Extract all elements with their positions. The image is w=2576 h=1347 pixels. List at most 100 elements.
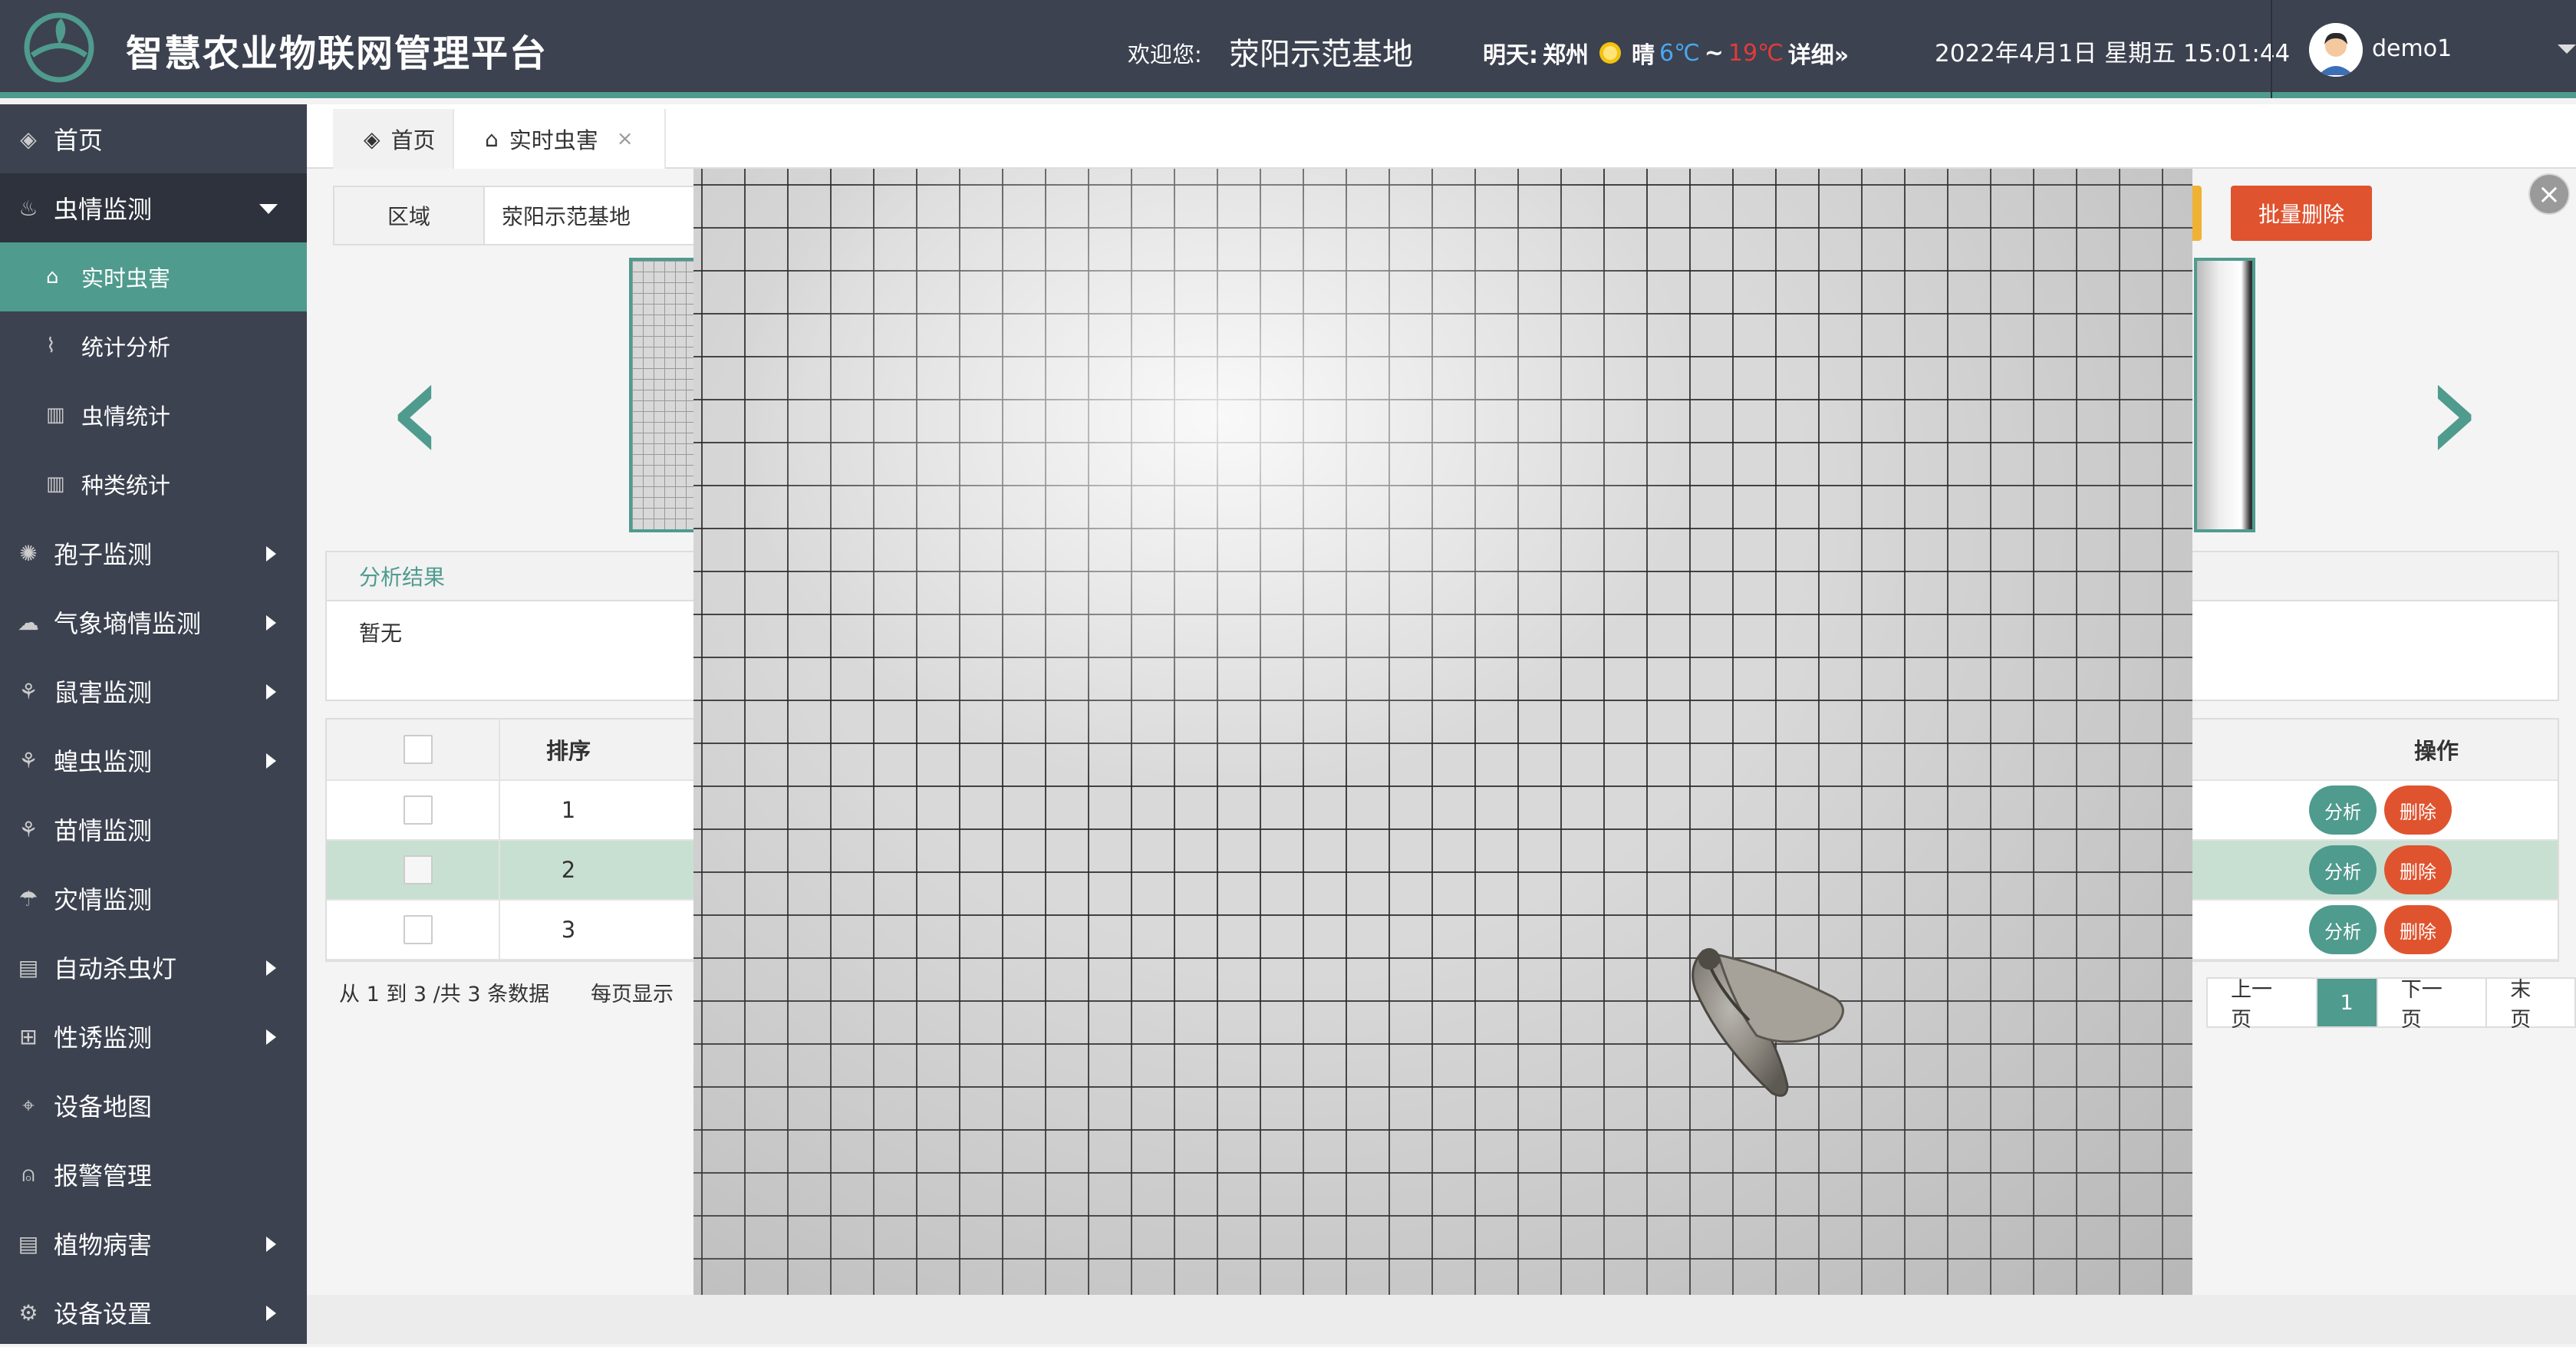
- page-number-button[interactable]: 1: [2317, 979, 2378, 1026]
- bug-trap-icon: ⌂: [485, 126, 499, 152]
- row-order: 2: [561, 857, 576, 883]
- sidebar-item-label: 虫情监测: [54, 195, 153, 224]
- row-checkbox[interactable]: [404, 915, 433, 944]
- sprout-icon: ⚘: [18, 678, 38, 704]
- sidebar-item-label: 孢子监测: [54, 540, 153, 569]
- cloud-sun-icon: ☁: [18, 609, 39, 635]
- sidebar-item-label: 气象墒情监测: [54, 609, 202, 638]
- layers-icon: ◈: [364, 126, 380, 152]
- row-order: 3: [561, 917, 576, 943]
- clock: 2022年4月1日 星期五 15:01:44: [1935, 40, 2291, 68]
- pest-image-preview[interactable]: [693, 169, 2192, 1295]
- caret-down-icon[interactable]: [2558, 44, 2576, 54]
- sidebar-item-weather-soil[interactable]: ☁ 气象墒情监测: [0, 588, 307, 657]
- delete-button[interactable]: 删除: [2384, 785, 2452, 835]
- sidebar-item-insect-lamp[interactable]: ▤ 自动杀虫灯: [0, 933, 307, 1002]
- sidebar-item-sex-lure[interactable]: ⊞ 性诱监测: [0, 1002, 307, 1071]
- sidebar-item-label: 统计分析: [81, 334, 171, 361]
- row-checkbox[interactable]: [404, 855, 433, 884]
- tab-realtime-pest[interactable]: ⌂ 实时虫害 ×: [453, 109, 666, 169]
- batch-delete-button[interactable]: 批量删除: [2231, 186, 2372, 241]
- sidebar-item-disaster[interactable]: ☂ 灾情监测: [0, 864, 307, 933]
- delete-button[interactable]: 删除: [2384, 845, 2452, 894]
- sidebar-subitem-realtime-pest[interactable]: ⌂ 实时虫害: [0, 242, 307, 311]
- sidebar-item-device-settings[interactable]: ⚙ 设备设置: [0, 1278, 307, 1347]
- sidebar-item-locust[interactable]: ⚘ 蝗虫监测: [0, 726, 307, 795]
- avatar[interactable]: [2309, 23, 2363, 77]
- delete-button[interactable]: 删除: [2384, 905, 2452, 954]
- pagination: 上一页 1 下一页 末页: [2206, 977, 2576, 1032]
- welcome-label: 欢迎您:: [1128, 41, 1202, 68]
- region-label: 区域: [334, 187, 485, 244]
- sprout-icon: ⚘: [18, 816, 38, 842]
- map-pin-icon: ⌖: [22, 1092, 35, 1118]
- sidebar-item-seedling[interactable]: ⚘ 苗情监测: [0, 795, 307, 864]
- row-actions: 分析 删除: [2309, 785, 2452, 835]
- caret-right-icon: [266, 960, 276, 976]
- image-thumbnail[interactable]: [629, 258, 698, 532]
- cloud-storm-icon: ☂: [18, 885, 38, 911]
- region-select[interactable]: 荥阳示范基地: [485, 187, 631, 244]
- analyze-button[interactable]: 分析: [2309, 905, 2377, 954]
- sidebar-item-plant-disease[interactable]: ▤ 植物病害: [0, 1209, 307, 1278]
- sidebar-item-label: 实时虫害: [81, 265, 171, 291]
- column-divider: [499, 781, 500, 839]
- line-chart-icon: ⌇: [46, 334, 56, 357]
- sun-icon: [1599, 42, 1621, 64]
- column-divider: [499, 720, 500, 779]
- sidebar-item-label: 性诱监测: [54, 1023, 153, 1052]
- sidebar-item-rodent[interactable]: ⚘ 鼠害监测: [0, 657, 307, 726]
- caret-down-icon: [259, 204, 278, 214]
- column-divider: [499, 901, 500, 959]
- sidebar-item-home[interactable]: ◈ 首页: [0, 104, 307, 173]
- weather-city: 郑州: [1543, 42, 1589, 69]
- analyze-button[interactable]: 分析: [2309, 785, 2377, 835]
- prev-page-button[interactable]: 上一页: [2208, 978, 2317, 1032]
- column-header-order: 排序: [545, 738, 591, 764]
- caret-right-icon: [266, 684, 276, 700]
- app-title: 智慧农业物联网管理平台: [126, 32, 548, 75]
- close-icon[interactable]: ×: [617, 127, 634, 150]
- pager-info: 从 1 到 3 /共 3 条数据: [339, 983, 550, 1006]
- caret-right-icon: [266, 615, 276, 631]
- sidebar-item-label: 首页: [54, 126, 104, 155]
- sidebar-item-spore[interactable]: ✺ 孢子监测: [0, 519, 307, 588]
- username[interactable]: demo1: [2372, 35, 2452, 62]
- gear-icon: ⚙: [18, 1299, 38, 1326]
- moth-image: [1692, 948, 1844, 1097]
- weather-tilde: ~: [1704, 39, 1724, 67]
- sidebar-subitem-stat-analysis[interactable]: ⌇ 统计分析: [0, 311, 307, 380]
- prev-image-arrow-icon[interactable]: ‹: [387, 338, 445, 483]
- next-image-arrow-icon[interactable]: ›: [2424, 338, 2482, 483]
- bar-chart-icon: ▥: [46, 473, 65, 496]
- image-thumbnail[interactable]: [2194, 258, 2255, 532]
- tab-home[interactable]: ◈ 首页: [333, 109, 466, 169]
- row-checkbox[interactable]: [404, 795, 433, 825]
- user-menu[interactable]: demo1: [2271, 0, 2576, 98]
- sidebar-subitem-pest-stat[interactable]: ▥ 虫情统计: [0, 380, 307, 450]
- sidebar-item-pest-monitor[interactable]: ♨ 虫情监测: [0, 173, 307, 242]
- weather-widget: 明天: 郑州 晴 6℃ ~19℃ 详细»: [1483, 36, 1849, 70]
- sprout-icon: ⚘: [18, 747, 38, 773]
- caret-right-icon: [266, 1029, 276, 1045]
- weather-high-temp: 19℃: [1728, 39, 1784, 67]
- sidebar-item-alarm[interactable]: ⍝ 报警管理: [0, 1140, 307, 1209]
- column-divider: [499, 841, 500, 899]
- sidebar-item-label: 苗情监测: [54, 816, 153, 845]
- lamp-icon: ▤: [18, 954, 39, 980]
- select-all-checkbox[interactable]: [404, 735, 433, 764]
- analyze-button[interactable]: 分析: [2309, 845, 2377, 894]
- document-icon: ▤: [18, 1230, 39, 1256]
- weather-detail-link[interactable]: 详细»: [1788, 36, 1849, 70]
- sidebar-item-device-map[interactable]: ⌖ 设备地图: [0, 1071, 307, 1140]
- column-header-op: 操作: [2413, 738, 2459, 764]
- close-preview-button[interactable]: ×: [2528, 173, 2570, 215]
- logo-icon: [24, 12, 94, 83]
- weather-low-temp: 6℃: [1659, 39, 1700, 67]
- next-page-button[interactable]: 下一页: [2378, 978, 2488, 1032]
- sidebar-subitem-species-stat[interactable]: ▥ 种类统计: [0, 450, 307, 519]
- weather-condition: 晴: [1632, 42, 1655, 69]
- bug-icon: ♨: [18, 195, 38, 221]
- last-page-button[interactable]: 末页: [2487, 978, 2574, 1032]
- sidebar-item-label: 设备设置: [54, 1299, 153, 1329]
